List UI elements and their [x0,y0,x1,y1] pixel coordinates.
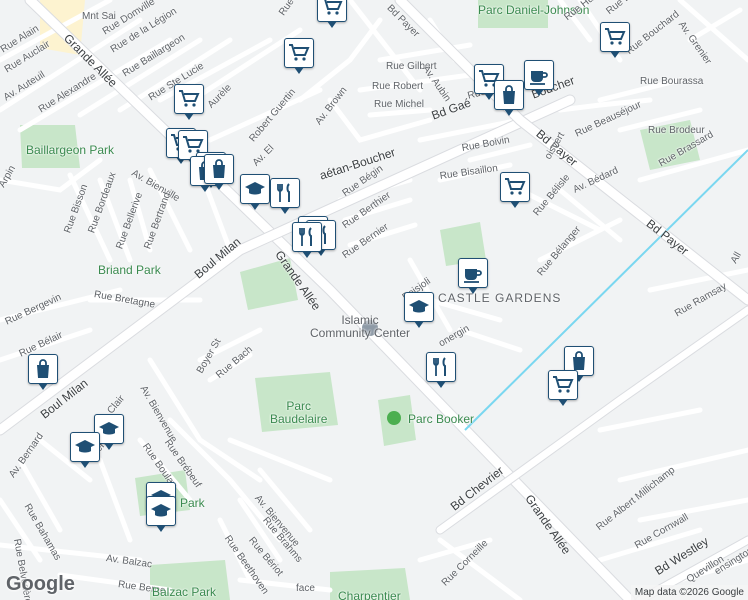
coffee-cup-icon [530,71,548,85]
map-marker-fork-knife[interactable] [270,178,300,214]
map-marker-graduation-cap[interactable] [146,496,176,532]
map-label-rue-brodeur: Rue Brodeur [648,125,705,136]
shopping-cart-icon [553,376,574,393]
map-marker-graduation-cap[interactable] [70,432,100,468]
shopping-cart-icon [605,28,626,45]
shopping-cart-icon [322,0,343,15]
map-marker-shopping-bag[interactable] [494,80,524,116]
map-label-rue-face: face [296,583,315,594]
fork-knife-icon [299,227,312,246]
graduation-cap-icon [151,504,171,517]
map-marker-fork-knife[interactable] [426,352,456,388]
map-attribution: Map data ©2026 Google [630,585,748,600]
shopping-bag-icon [213,159,225,178]
graduation-cap-icon [99,422,119,435]
map-label-briand-park[interactable]: Briand Park [98,264,161,276]
graduation-cap-icon [409,300,429,313]
map-label-park-suffix[interactable]: Park [180,497,205,509]
map-label-rue-robert: Rue Robert [372,81,424,92]
map-marker-shopping-cart[interactable] [317,0,347,28]
map-label-balzac-park[interactable]: Balzac Park [152,586,216,598]
map-marker-shopping-cart[interactable] [600,22,630,58]
map-marker-shopping-cart[interactable] [500,172,530,208]
map-label-castle-gardens: CASTLE GARDENS [438,291,562,305]
map-marker-shopping-cart[interactable] [174,84,204,120]
map-label-rue-michel: Rue Michel [374,99,425,110]
map-label-islamic-community-center[interactable]: Islamic Community Center [310,313,410,340]
map-marker-graduation-cap[interactable] [404,292,434,328]
shopping-cart-icon [289,44,310,61]
map-marker-coffee-cup[interactable] [458,258,488,294]
map-marker-coffee-cup[interactable] [524,60,554,96]
google-logo: Google [6,573,75,595]
map-marker-shopping-cart[interactable] [284,38,314,74]
park-tree-icon[interactable] [387,411,401,425]
graduation-cap-icon [245,182,265,195]
map-label-baillargeon-park[interactable]: Baillargeon Park [26,144,114,156]
map-label-rue-bourassa: Rue Bourassa [640,76,704,87]
shopping-bag-icon [503,85,515,104]
map-marker-shopping-bag[interactable] [204,154,234,190]
shopping-cart-icon [179,90,200,107]
map-label-parc-booker[interactable]: Parc Booker [408,413,474,425]
fork-knife-icon [277,183,290,202]
shopping-bag-icon [37,359,49,378]
fork-knife-icon [433,357,446,376]
shopping-cart-icon [505,178,526,195]
graduation-cap-icon [75,440,95,453]
map-marker-fork-knife[interactable] [292,222,322,258]
map-marker-shopping-cart[interactable] [548,370,578,406]
map-canvas[interactable]: Mnt Sai Rue Alain Rue Auclair Av. Auteuil Ru… [0,0,748,600]
map-marker-graduation-cap[interactable] [240,174,270,210]
map-marker-shopping-bag[interactable] [28,354,58,390]
map-label-charpentier[interactable]: Charpentier [338,590,401,600]
map-label-parc-baudelaire[interactable]: Parc Baudelaire [270,399,327,426]
coffee-cup-icon [464,269,482,283]
